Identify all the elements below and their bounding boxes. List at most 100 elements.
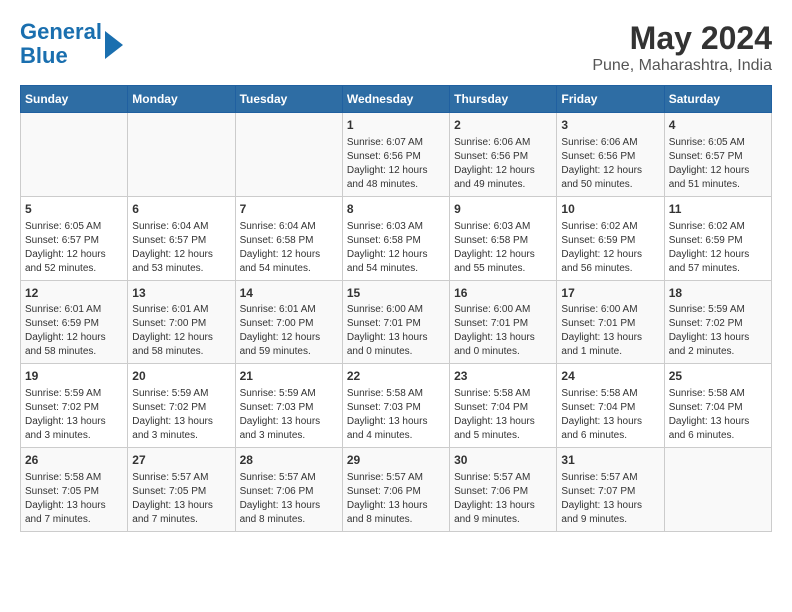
calendar-cell: 21Sunrise: 5:59 AM Sunset: 7:03 PM Dayli… xyxy=(235,364,342,448)
calendar-cell: 8 Sunrise: 6:03 AM Sunset: 6:58 PM Daylig… xyxy=(342,196,449,280)
header-day-sunday: Sunday xyxy=(21,86,128,113)
day-number: 8 xyxy=(347,201,445,218)
day-info: Sunrise: 5:58 AM Sunset: 7:03 PM Dayligh… xyxy=(347,387,445,443)
day-number: 28 xyxy=(240,452,338,469)
header-day-tuesday: Tuesday xyxy=(235,86,342,113)
day-number: 17 xyxy=(561,285,659,302)
day-info: Sunrise: 5:59 AM Sunset: 7:02 PM Dayligh… xyxy=(25,387,123,443)
week-row-3: 12Sunrise: 6:01 AM Sunset: 6:59 PM Dayli… xyxy=(21,280,772,364)
header-row: SundayMondayTuesdayWednesdayThursdayFrid… xyxy=(21,86,772,113)
day-number: 14 xyxy=(240,285,338,302)
calendar-cell: 30 Sunrise: 5:57 AM Sunset: 7:06 PM Dayli… xyxy=(450,448,557,532)
day-number: 26 xyxy=(25,452,123,469)
header-day-saturday: Saturday xyxy=(664,86,771,113)
day-info: Sunrise: 6:00 AM Sunset: 7:01 PM Dayligh… xyxy=(454,303,552,359)
day-number: 23 xyxy=(454,368,552,385)
day-number: 31 xyxy=(561,452,659,469)
day-info: Sunrise: 5:57 AM Sunset: 7:06 PM Dayligh… xyxy=(240,471,338,527)
calendar-table: SundayMondayTuesdayWednesdayThursdayFrid… xyxy=(20,85,772,532)
day-number: 4 xyxy=(669,117,767,134)
calendar-cell: 10Sunrise: 6:02 AM Sunset: 6:59 PM Dayli… xyxy=(557,196,664,280)
calendar-cell: 2 Sunrise: 6:06 AM Sunset: 6:56 PM Daylig… xyxy=(450,113,557,197)
calendar-cell: 17Sunrise: 6:00 AM Sunset: 7:01 PM Dayli… xyxy=(557,280,664,364)
logo-line1: General xyxy=(20,19,102,44)
day-info: Sunrise: 5:58 AM Sunset: 7:04 PM Dayligh… xyxy=(669,387,767,443)
day-number: 2 xyxy=(454,117,552,134)
calendar-body: 1 Sunrise: 6:07 AM Sunset: 6:56 PM Daylig… xyxy=(21,113,772,532)
calendar-cell: 13Sunrise: 6:01 AM Sunset: 7:00 PM Dayli… xyxy=(128,280,235,364)
day-info: Sunrise: 6:03 AM Sunset: 6:58 PM Dayligh… xyxy=(454,220,552,276)
calendar-cell: 23 Sunrise: 5:58 AM Sunset: 7:04 PM Dayli… xyxy=(450,364,557,448)
logo: General Blue xyxy=(20,20,123,68)
calendar-cell: 20 Sunrise: 5:59 AM Sunset: 7:02 PM Dayli… xyxy=(128,364,235,448)
day-info: Sunrise: 6:01 AM Sunset: 7:00 PM Dayligh… xyxy=(132,303,230,359)
day-info: Sunrise: 6:05 AM Sunset: 6:57 PM Dayligh… xyxy=(25,220,123,276)
day-info: Sunrise: 5:58 AM Sunset: 7:05 PM Dayligh… xyxy=(25,471,123,527)
day-info: Sunrise: 6:07 AM Sunset: 6:56 PM Dayligh… xyxy=(347,136,445,192)
day-info: Sunrise: 5:57 AM Sunset: 7:05 PM Dayligh… xyxy=(132,471,230,527)
calendar-cell: 4Sunrise: 6:05 AM Sunset: 6:57 PM Daylig… xyxy=(664,113,771,197)
header-day-wednesday: Wednesday xyxy=(342,86,449,113)
day-info: Sunrise: 5:57 AM Sunset: 7:06 PM Dayligh… xyxy=(347,471,445,527)
day-number: 15 xyxy=(347,285,445,302)
day-number: 1 xyxy=(347,117,445,134)
day-info: Sunrise: 5:57 AM Sunset: 7:06 PM Dayligh… xyxy=(454,471,552,527)
day-info: Sunrise: 6:01 AM Sunset: 7:00 PM Dayligh… xyxy=(240,303,338,359)
day-number: 30 xyxy=(454,452,552,469)
day-number: 7 xyxy=(240,201,338,218)
calendar-cell: 15Sunrise: 6:00 AM Sunset: 7:01 PM Dayli… xyxy=(342,280,449,364)
day-info: Sunrise: 5:59 AM Sunset: 7:02 PM Dayligh… xyxy=(132,387,230,443)
calendar-cell: 14Sunrise: 6:01 AM Sunset: 7:00 PM Dayli… xyxy=(235,280,342,364)
day-number: 20 xyxy=(132,368,230,385)
calendar-cell: 12Sunrise: 6:01 AM Sunset: 6:59 PM Dayli… xyxy=(21,280,128,364)
day-number: 29 xyxy=(347,452,445,469)
calendar-cell: 19 Sunrise: 5:59 AM Sunset: 7:02 PM Dayli… xyxy=(21,364,128,448)
calendar-cell xyxy=(664,448,771,532)
calendar-cell: 3Sunrise: 6:06 AM Sunset: 6:56 PM Daylig… xyxy=(557,113,664,197)
calendar-cell: 26 Sunrise: 5:58 AM Sunset: 7:05 PM Dayli… xyxy=(21,448,128,532)
day-info: Sunrise: 6:04 AM Sunset: 6:58 PM Dayligh… xyxy=(240,220,338,276)
day-info: Sunrise: 5:58 AM Sunset: 7:04 PM Dayligh… xyxy=(454,387,552,443)
day-info: Sunrise: 5:58 AM Sunset: 7:04 PM Dayligh… xyxy=(561,387,659,443)
day-number: 13 xyxy=(132,285,230,302)
calendar-cell: 6 Sunrise: 6:04 AM Sunset: 6:57 PM Daylig… xyxy=(128,196,235,280)
header-day-thursday: Thursday xyxy=(450,86,557,113)
calendar-cell xyxy=(21,113,128,197)
calendar-header: SundayMondayTuesdayWednesdayThursdayFrid… xyxy=(21,86,772,113)
calendar-cell: 7 Sunrise: 6:04 AM Sunset: 6:58 PM Daylig… xyxy=(235,196,342,280)
day-number: 9 xyxy=(454,201,552,218)
calendar-cell: 1 Sunrise: 6:07 AM Sunset: 6:56 PM Daylig… xyxy=(342,113,449,197)
calendar-cell: 27 Sunrise: 5:57 AM Sunset: 7:05 PM Dayli… xyxy=(128,448,235,532)
title-block: May 2024 Pune, Maharashtra, India xyxy=(592,20,772,75)
calendar-cell: 25 Sunrise: 5:58 AM Sunset: 7:04 PM Dayli… xyxy=(664,364,771,448)
day-info: Sunrise: 6:03 AM Sunset: 6:58 PM Dayligh… xyxy=(347,220,445,276)
day-info: Sunrise: 5:57 AM Sunset: 7:07 PM Dayligh… xyxy=(561,471,659,527)
day-info: Sunrise: 6:04 AM Sunset: 6:57 PM Dayligh… xyxy=(132,220,230,276)
logo-line2: Blue xyxy=(20,43,68,68)
day-number: 16 xyxy=(454,285,552,302)
day-number: 18 xyxy=(669,285,767,302)
calendar-cell: 22 Sunrise: 5:58 AM Sunset: 7:03 PM Dayli… xyxy=(342,364,449,448)
day-number: 19 xyxy=(25,368,123,385)
day-info: Sunrise: 6:06 AM Sunset: 6:56 PM Dayligh… xyxy=(454,136,552,192)
day-number: 6 xyxy=(132,201,230,218)
day-number: 5 xyxy=(25,201,123,218)
calendar-subtitle: Pune, Maharashtra, India xyxy=(592,57,772,75)
calendar-cell: 31 Sunrise: 5:57 AM Sunset: 7:07 PM Dayli… xyxy=(557,448,664,532)
day-info: Sunrise: 5:59 AM Sunset: 7:02 PM Dayligh… xyxy=(669,303,767,359)
calendar-cell: 9 Sunrise: 6:03 AM Sunset: 6:58 PM Daylig… xyxy=(450,196,557,280)
day-number: 25 xyxy=(669,368,767,385)
calendar-title: May 2024 xyxy=(592,20,772,57)
header-day-friday: Friday xyxy=(557,86,664,113)
calendar-cell: 5 Sunrise: 6:05 AM Sunset: 6:57 PM Daylig… xyxy=(21,196,128,280)
day-info: Sunrise: 6:06 AM Sunset: 6:56 PM Dayligh… xyxy=(561,136,659,192)
logo-arrow-icon xyxy=(105,31,123,59)
day-info: Sunrise: 6:02 AM Sunset: 6:59 PM Dayligh… xyxy=(561,220,659,276)
week-row-2: 5 Sunrise: 6:05 AM Sunset: 6:57 PM Daylig… xyxy=(21,196,772,280)
day-number: 27 xyxy=(132,452,230,469)
calendar-cell: 16Sunrise: 6:00 AM Sunset: 7:01 PM Dayli… xyxy=(450,280,557,364)
day-number: 22 xyxy=(347,368,445,385)
day-info: Sunrise: 5:59 AM Sunset: 7:03 PM Dayligh… xyxy=(240,387,338,443)
day-info: Sunrise: 6:00 AM Sunset: 7:01 PM Dayligh… xyxy=(561,303,659,359)
day-number: 11 xyxy=(669,201,767,218)
